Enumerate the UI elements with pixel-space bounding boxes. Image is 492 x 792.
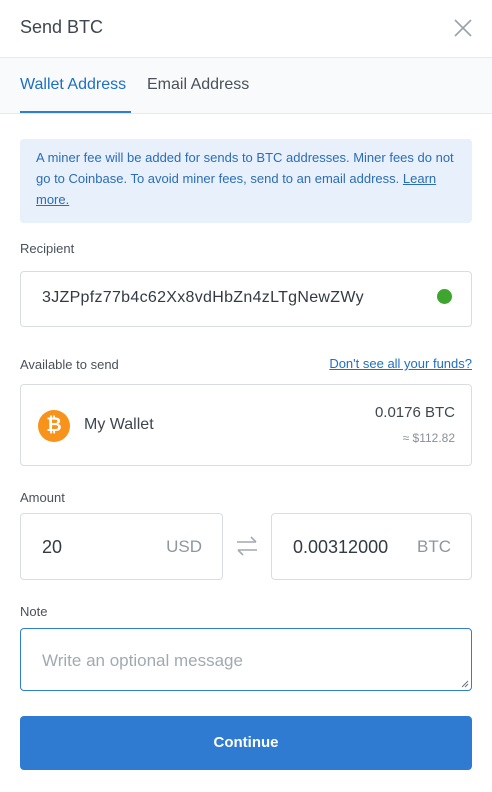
missing-funds-link[interactable]: Don't see all your funds? — [329, 356, 472, 371]
crypto-amount-field[interactable]: 0.00312000 BTC — [271, 513, 472, 580]
modal-header: Send BTC — [0, 0, 492, 58]
note-label: Note — [20, 604, 48, 619]
note-placeholder: Write an optional message — [42, 651, 243, 670]
wallet-balance: 0.0176 BTC — [374, 404, 455, 421]
fiat-amount-field[interactable]: 20 USD — [20, 513, 223, 580]
bitcoin-icon: ₿ — [38, 410, 70, 442]
tab-email-address[interactable]: Email Address — [147, 76, 249, 94]
modal-title: Send BTC — [20, 17, 104, 37]
swap-currency-icon[interactable] — [235, 535, 259, 557]
resize-grip-icon[interactable] — [461, 680, 469, 688]
active-tab-indicator — [20, 111, 131, 113]
continue-button[interactable]: Continue — [20, 716, 472, 770]
amount-label: Amount — [20, 490, 65, 505]
wallet-selector[interactable]: ₿ My Wallet 0.0176 BTC ≈ $112.82 — [20, 384, 472, 466]
crypto-currency-label: BTC — [417, 537, 451, 556]
fiat-amount-input[interactable]: 20 — [42, 537, 62, 558]
valid-address-icon — [437, 289, 452, 304]
wallet-name: My Wallet — [84, 416, 154, 433]
recipient-label: Recipient — [20, 241, 75, 256]
miner-fee-notice: A miner fee will be added for sends to B… — [20, 139, 472, 223]
available-label: Available to send — [20, 357, 119, 372]
tab-bar: Wallet Address Email Address — [0, 58, 492, 114]
wallet-fiat-balance: ≈ $112.82 — [402, 431, 455, 445]
crypto-amount-input[interactable]: 0.00312000 — [293, 537, 388, 558]
recipient-input[interactable]: 3JZPpfz77b4c62Xx8vdHbZn4zLTgNewZWy — [42, 289, 410, 307]
note-textarea[interactable]: Write an optional message — [20, 628, 472, 691]
close-icon[interactable] — [452, 17, 474, 39]
recipient-field[interactable]: 3JZPpfz77b4c62Xx8vdHbZn4zLTgNewZWy — [20, 271, 472, 327]
tab-wallet-address[interactable]: Wallet Address — [20, 76, 126, 94]
fiat-currency-label: USD — [166, 537, 202, 556]
notice-text: A miner fee will be added for sends to B… — [36, 150, 454, 186]
